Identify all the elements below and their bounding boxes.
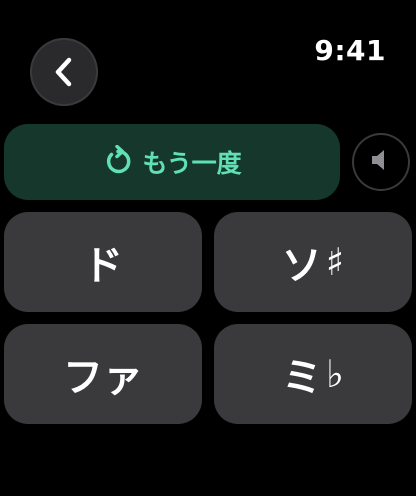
replay-button[interactable]: もう一度 bbox=[4, 124, 340, 200]
answer-note: ソ bbox=[281, 243, 322, 289]
answer-note: ド bbox=[83, 243, 123, 289]
replay-label: もう一度 bbox=[142, 149, 242, 178]
replay-arrow-icon bbox=[102, 145, 134, 179]
speaker-icon bbox=[370, 148, 392, 176]
chevron-left-icon bbox=[52, 56, 76, 88]
status-time: 9:41 bbox=[314, 34, 386, 67]
flat-symbol: ♭ bbox=[326, 352, 344, 396]
answer-note: ミ bbox=[282, 355, 323, 401]
sharp-symbol: ♯ bbox=[325, 240, 345, 284]
back-button[interactable] bbox=[30, 38, 98, 106]
answer-button-so-sharp[interactable]: ソ ♯ bbox=[214, 212, 412, 312]
speaker-button[interactable] bbox=[352, 133, 410, 191]
answer-note: ファ bbox=[63, 355, 143, 401]
answer-button-mi-flat[interactable]: ミ ♭ bbox=[214, 324, 412, 424]
answer-button-do[interactable]: ド bbox=[4, 212, 202, 312]
answer-button-fa[interactable]: ファ bbox=[4, 324, 202, 424]
